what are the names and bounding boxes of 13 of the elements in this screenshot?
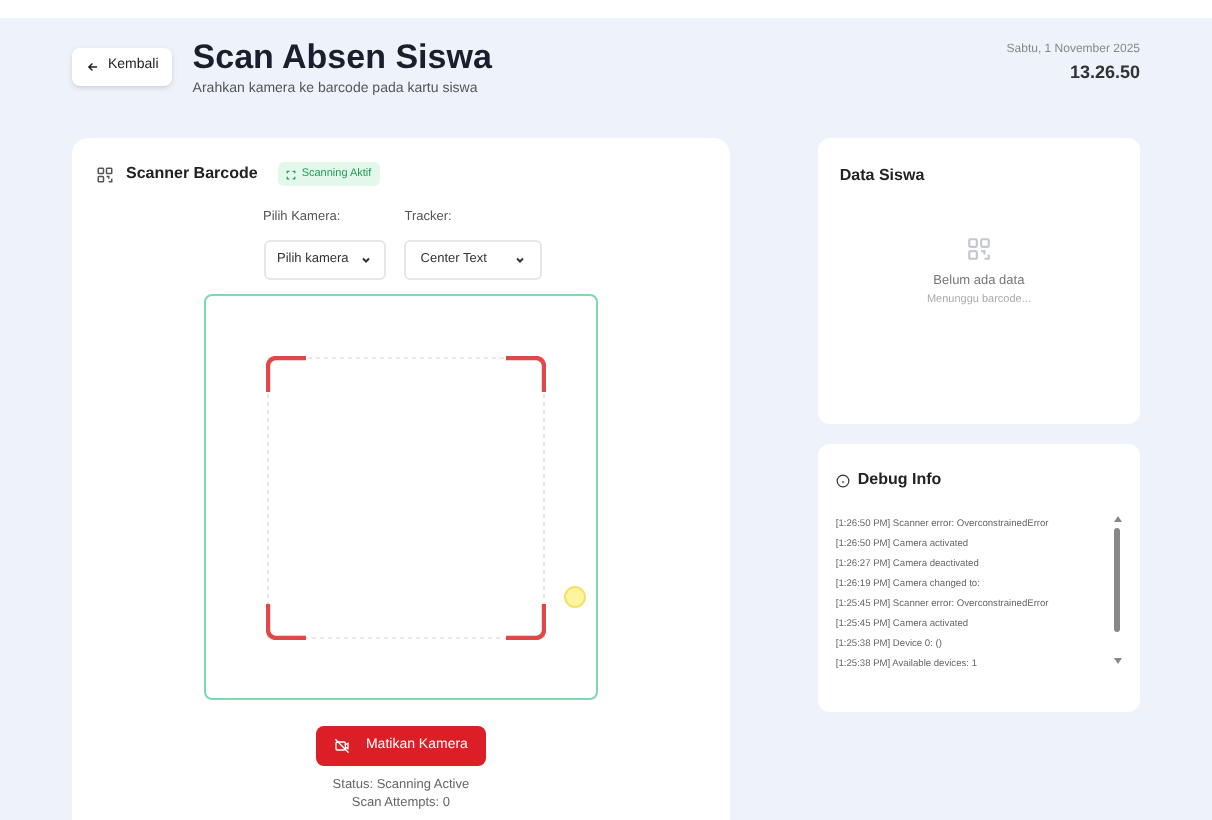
- card-title: Data Siswa: [839, 164, 927, 188]
- arrow-left-icon: [86, 59, 100, 74]
- chevron-down-icon: [360, 253, 373, 266]
- clock-time: 13.26.50: [1069, 60, 1140, 86]
- card-title: Debug Info: [857, 468, 942, 492]
- qr-code-icon: [96, 165, 114, 184]
- camera-off-icon: [333, 738, 350, 754]
- qr-code-icon: [965, 236, 992, 262]
- chevron-down-icon: [514, 253, 527, 266]
- info-icon: [835, 473, 850, 487]
- scan-icon: [285, 169, 296, 180]
- page-title: Scan Absen Siswa: [192, 38, 492, 78]
- card-title: Scanner Barcode: [126, 162, 258, 187]
